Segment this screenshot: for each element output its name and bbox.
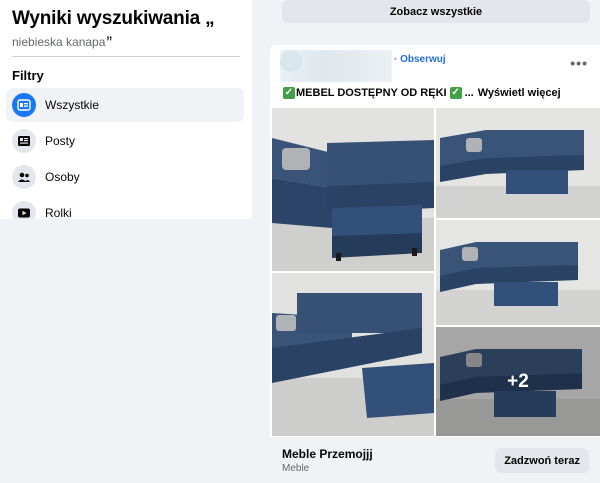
call-now-button[interactable]: Zadzwoń teraz	[495, 448, 589, 473]
posts-icon	[12, 129, 36, 153]
divider	[12, 56, 240, 57]
filter-item-posts[interactable]: Posty	[6, 124, 244, 158]
post-text-ellipsis: ...	[464, 87, 474, 99]
search-query: niebieska kanapa”	[12, 33, 112, 53]
check-emoji-icon: ✓	[283, 87, 295, 99]
post-photo[interactable]	[272, 273, 434, 436]
see-all-button[interactable]: Zobacz wszystkie	[282, 0, 590, 23]
filter-item-label: Wszystkie	[45, 98, 99, 112]
feed-icon	[12, 93, 36, 117]
page-category: Meble	[282, 463, 310, 474]
post-photo[interactable]	[436, 108, 600, 218]
post-photo[interactable]: +2	[436, 327, 600, 436]
people-icon	[12, 165, 36, 189]
post-text-main: MEBEL DOSTĘPNY OD RĘKI	[296, 87, 447, 99]
filter-item-label: Osoby	[45, 170, 80, 184]
post-footer: Meble Przemojjj Meble Zadzwoń teraz	[270, 437, 600, 483]
page-name[interactable]: Meble Przemojjj	[282, 447, 373, 461]
see-more-link[interactable]: Wyświetl więcej	[478, 87, 561, 99]
filter-item-label: Rolki	[45, 206, 72, 219]
page-title: Wyniki wyszukiwania „	[12, 8, 215, 29]
filter-item-people[interactable]: Osoby	[6, 160, 244, 194]
follow-link[interactable]: · Obserwuj	[394, 54, 446, 65]
search-query-close-quote: ”	[106, 33, 113, 52]
post-photo[interactable]	[272, 108, 434, 271]
more-options-icon[interactable]: •••	[570, 55, 588, 71]
search-query-text: niebieska kanapa	[12, 35, 106, 49]
more-photos-overlay[interactable]: +2	[436, 327, 600, 436]
post-text: ✓ MEBEL DOSTĘPNY OD RĘKI ✓ ... Wyświetl …	[282, 87, 561, 99]
search-sidebar: Wyniki wyszukiwania „ niebieska kanapa” …	[0, 0, 252, 219]
filter-item-all[interactable]: Wszystkie	[6, 88, 244, 122]
reels-icon	[12, 201, 36, 219]
filters-heading: Filtry	[12, 68, 44, 83]
post-card: · Obserwuj ••• ✓ MEBEL DOSTĘPNY OD RĘKI …	[270, 45, 600, 483]
post-photo[interactable]	[436, 220, 600, 325]
avatar[interactable]	[280, 50, 302, 72]
filter-item-label: Posty	[45, 134, 76, 148]
filter-item-reels[interactable]: Rolki	[6, 196, 244, 219]
check-emoji-icon: ✓	[449, 87, 462, 99]
